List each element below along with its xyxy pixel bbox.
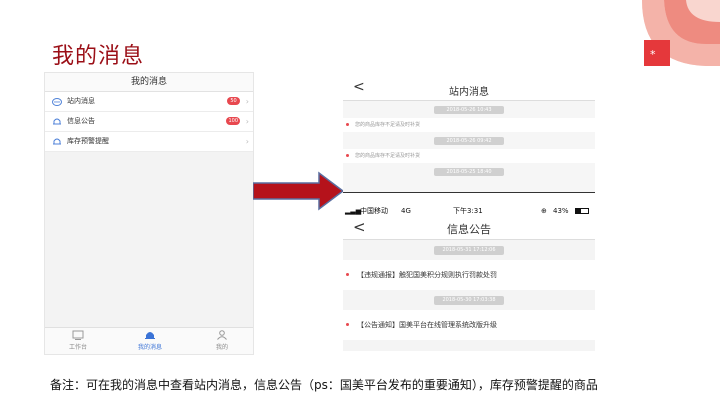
- message-row-notice[interactable]: 信息公告 100 ›: [45, 112, 253, 132]
- message-row-station[interactable]: 站内消息 50 ›: [45, 92, 253, 112]
- lock-rotation-icon: ⊕: [541, 207, 547, 215]
- unread-dot: [346, 154, 349, 157]
- corner-decoration: *: [640, 0, 720, 70]
- notice-item[interactable]: 【公告通知】国美平台在线管理系统改版升级: [343, 310, 595, 340]
- unread-badge: 50: [227, 97, 240, 105]
- tab-mine[interactable]: 我的: [197, 330, 247, 351]
- message-row-label: 站内消息: [67, 97, 95, 105]
- unread-badge: 100: [226, 117, 240, 125]
- timestamp-chip: 2018-05-26 09:42: [434, 137, 504, 145]
- message-row-label: 库存预警提醒: [67, 137, 109, 145]
- signal-icon: ▂▃▅: [345, 207, 362, 215]
- user-icon: [217, 330, 227, 340]
- message-text: 您的商品库存不足请及时补货: [355, 153, 421, 159]
- message-text: 您的商品库存不足请及时补货: [355, 122, 421, 128]
- notice-title: 信息公告: [447, 223, 491, 236]
- timestamp-chip: 2018-05-30 17:03:38: [434, 296, 504, 305]
- station-message-item[interactable]: 您的商品库存不足请及时补货: [343, 149, 595, 163]
- status-bar: ▂▃▅ 中国移动 4G 下午3:31 ⊕ 43%: [343, 205, 595, 217]
- message-row-stock-alert[interactable]: 库存预警提醒 ›: [45, 132, 253, 152]
- message-list-screen: 我的消息 站内消息 50 › 信息公告 100 › 库存预警提醒 › 工作台 我…: [44, 72, 254, 355]
- unread-dot: [346, 323, 349, 326]
- station-title: 站内消息: [449, 87, 489, 98]
- slide-title: 我的消息: [52, 44, 145, 69]
- timestamp-chip: 2018-05-25 18:40: [434, 168, 504, 176]
- message-row-label: 信息公告: [67, 117, 95, 125]
- carrier-text: 中国移动: [360, 207, 388, 215]
- battery-text: 43%: [553, 207, 569, 215]
- svg-text:*: *: [650, 48, 656, 61]
- station-message-screen: < 站内消息 2018-05-26 10:43 您的商品库存不足请及时补货 20…: [343, 78, 595, 193]
- arrow-right-icon: [253, 171, 345, 211]
- bottom-tab-bar: 工作台 我的消息 我的: [45, 327, 253, 354]
- timestamp-chip: 2018-05-26 10:43: [434, 106, 504, 114]
- unread-dot: [346, 273, 349, 276]
- network-text: 4G: [401, 207, 411, 215]
- tab-label: 工作台: [68, 344, 87, 351]
- unread-dot: [346, 123, 349, 126]
- mail-icon: [52, 98, 62, 106]
- message-list-header: 我的消息: [45, 73, 253, 92]
- clock-text: 下午3:31: [453, 207, 483, 215]
- notice-text: 【公告通知】国美平台在线管理系统改版升级: [357, 321, 497, 329]
- battery-icon: [575, 208, 589, 214]
- notice-text: 【违规通报】触犯国美积分规则执行罚款处罚: [357, 271, 497, 279]
- chevron-right-icon: ›: [245, 137, 249, 146]
- bell-icon: [53, 138, 61, 145]
- tab-label: 我的消息: [137, 344, 162, 351]
- notice-item[interactable]: 【违规通报】触犯国美积分规则执行罚款处罚: [343, 260, 595, 290]
- station-header: < 站内消息: [343, 78, 595, 101]
- bell-icon: [145, 332, 155, 339]
- chevron-right-icon: ›: [245, 97, 249, 106]
- slide-note: 备注：可在我的消息中查看站内消息，信息公告（ps：国美平台发布的重要通知），库存…: [50, 378, 598, 392]
- bell-icon: [53, 118, 61, 125]
- tab-workbench[interactable]: 工作台: [53, 330, 103, 351]
- notice-screen: ▂▃▅ 中国移动 4G 下午3:31 ⊕ 43% < 信息公告 2018-05-…: [343, 205, 595, 351]
- tab-label: 我的: [215, 344, 228, 351]
- timestamp-chip: 2018-05-31 17:12:06: [434, 246, 504, 255]
- home-icon: [72, 330, 84, 340]
- notice-header: < 信息公告: [343, 217, 595, 240]
- chevron-right-icon: ›: [245, 117, 249, 126]
- station-message-item[interactable]: 您的商品库存不足请及时补货: [343, 118, 595, 132]
- tab-my-messages[interactable]: 我的消息: [125, 330, 175, 351]
